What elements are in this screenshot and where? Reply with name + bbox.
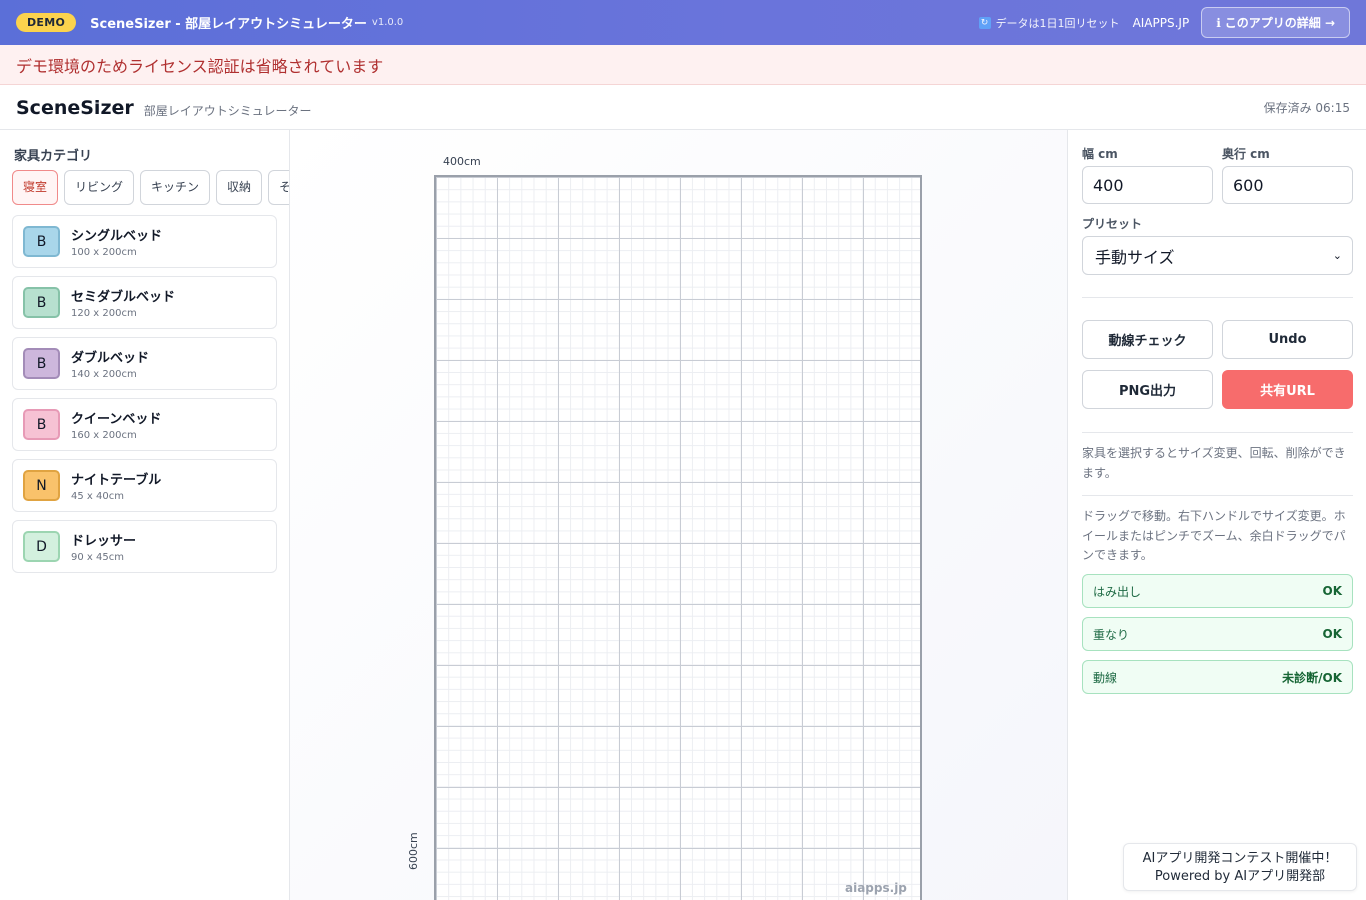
tab-kitchen[interactable]: キッチン <box>140 170 211 205</box>
app-detail-button-label: このアプリの詳細 → <box>1224 16 1335 30</box>
divider <box>1082 495 1353 496</box>
app-subtitle: 部屋レイアウトシミュレーター <box>143 103 312 118</box>
png-export-button[interactable]: PNG出力 <box>1082 370 1213 409</box>
furniture-name: ナイトテーブル <box>71 473 162 488</box>
furniture-name: ドレッサー <box>71 534 137 549</box>
furniture-swatch-icon: D <box>23 531 60 562</box>
canvas-watermark: aiapps.jp <box>845 881 907 895</box>
furniture-name: クイーンベッド <box>71 412 162 427</box>
furniture-list: B シングルベッド 100 x 200cm B セミダブルベッド 120 x 200… <box>12 215 277 581</box>
preset-selected-value: 手動サイズ <box>1095 247 1175 267</box>
status-overlap: 重なり OK <box>1082 617 1353 651</box>
furniture-size: 140 x 200cm <box>71 369 137 380</box>
depth-field-label: 奥行 cm <box>1222 147 1270 161</box>
furniture-name: シングルベッド <box>71 229 163 244</box>
room-grid[interactable] <box>434 175 922 900</box>
furniture-swatch-icon: B <box>23 348 60 379</box>
status-value: OK <box>1322 627 1343 641</box>
furniture-swatch-icon: N <box>23 470 60 501</box>
reset-note: ↻ データは1日1回リセット <box>978 15 1120 31</box>
width-field-label: 幅 cm <box>1082 147 1118 161</box>
layout-canvas[interactable]: 400cm 600cm aiapps.jp <box>290 130 1067 900</box>
properties-panel: 幅 cm 奥行 cm プリセット 手動サイズ ⌄ 動線チェック Undo PNG… <box>1067 130 1366 900</box>
undo-button[interactable]: Undo <box>1222 320 1353 359</box>
demo-badge: DEMO <box>16 13 77 32</box>
category-tabs: 寝室 リビング キッチン 収納そ <box>12 170 289 206</box>
furniture-swatch-icon: B <box>23 409 60 440</box>
furniture-item-night-table[interactable]: N ナイトテーブル 45 x 40cm <box>12 459 277 512</box>
share-url-button[interactable]: 共有URL <box>1222 370 1353 409</box>
refresh-icon: ↻ <box>978 16 991 29</box>
flow-check-button[interactable]: 動線チェック <box>1082 320 1213 359</box>
furniture-item-double-bed[interactable]: B ダブルベッド 140 x 200cm <box>12 337 277 390</box>
furniture-size: 120 x 200cm <box>71 308 137 319</box>
demo-bar-right: ↻ データは1日1回リセット AIAPPS.JP ℹ このアプリの詳細 → <box>978 7 1350 38</box>
furniture-item-semi-double-bed[interactable]: B セミダブルベッド 120 x 200cm <box>12 276 277 329</box>
furniture-name: セミダブルベッド <box>71 290 176 305</box>
preset-select[interactable]: 手動サイズ ⌄ <box>1082 236 1353 275</box>
save-status: 保存済み 06:15 <box>1263 101 1350 115</box>
furniture-name: ダブルベッド <box>71 351 150 366</box>
divider <box>1082 432 1353 433</box>
status-overflow: はみ出し OK <box>1082 574 1353 608</box>
furniture-swatch-icon: B <box>23 287 60 318</box>
divider <box>1082 297 1353 298</box>
tab-storage[interactable]: 収納 <box>216 170 263 205</box>
tab-living[interactable]: リビング <box>64 170 135 205</box>
tab-bedroom[interactable]: 寝室 <box>12 170 59 205</box>
status-label: はみ出し <box>1093 584 1142 599</box>
selection-hint: 家具を選択するとサイズ変更、回転、削除ができます。 <box>1082 446 1346 480</box>
contest-banner[interactable]: AIアプリ開発コンテスト開催中！ Powered by AIアプリ開発部 <box>1123 843 1357 891</box>
app-detail-button[interactable]: ℹ このアプリの詳細 → <box>1201 7 1350 38</box>
drag-hint: ドラッグで移動。右下ハンドルでサイズ変更。ホイールまたはピンチでズーム、余白ドラ… <box>1082 509 1346 562</box>
depth-input[interactable] <box>1222 166 1353 204</box>
width-input[interactable] <box>1082 166 1213 204</box>
room-width-label: 400cm <box>443 155 481 168</box>
room-depth-label: 600cm <box>407 832 420 870</box>
furniture-item-single-bed[interactable]: B シングルベッド 100 x 200cm <box>12 215 277 268</box>
furniture-size: 45 x 40cm <box>71 491 124 502</box>
info-icon: ℹ <box>1216 15 1221 30</box>
app-name: SceneSizer <box>16 96 134 119</box>
furniture-size: 100 x 200cm <box>71 247 137 258</box>
status-label: 重なり <box>1093 627 1130 642</box>
status-flow: 動線 未診断/OK <box>1082 660 1353 694</box>
furniture-item-dresser[interactable]: D ドレッサー 90 x 45cm <box>12 520 277 573</box>
reset-note-text: データは1日1回リセット <box>995 16 1120 30</box>
license-notice: デモ環境のためライセンス認証は省略されています <box>0 45 1366 85</box>
furniture-item-queen-bed[interactable]: B クイーンベッド 160 x 200cm <box>12 398 277 451</box>
tab-other[interactable]: そ <box>268 170 289 205</box>
chevron-down-icon: ⌄ <box>1332 249 1342 262</box>
app-header: SceneSizer 部屋レイアウトシミュレーター 保存済み 06:15 <box>0 86 1366 130</box>
furniture-size: 160 x 200cm <box>71 430 137 441</box>
status-label: 動線 <box>1093 670 1118 685</box>
contest-line2: Powered by AIアプリ開発部 <box>1154 869 1326 884</box>
site-link[interactable]: AIAPPS.JP <box>1133 16 1190 30</box>
version-label: v1.0.0 <box>371 17 404 28</box>
preset-label: プリセット <box>1082 217 1143 231</box>
demo-app-title: SceneSizer - 部屋レイアウトシミュレーター <box>90 17 367 32</box>
furniture-size: 90 x 45cm <box>71 552 124 563</box>
status-value: OK <box>1322 584 1343 598</box>
furniture-swatch-icon: B <box>23 226 60 257</box>
status-value: 未診断/OK <box>1282 670 1342 685</box>
furniture-panel: 家具カテゴリ 寝室 リビング キッチン 収納そ B シングルベッド 100 x 200c… <box>0 130 290 900</box>
category-label: 家具カテゴリ <box>14 149 93 164</box>
demo-bar: DEMO SceneSizer - 部屋レイアウトシミュレーター v1.0.0 … <box>0 0 1366 45</box>
contest-line1: AIアプリ開発コンテスト開催中！ <box>1142 851 1338 866</box>
